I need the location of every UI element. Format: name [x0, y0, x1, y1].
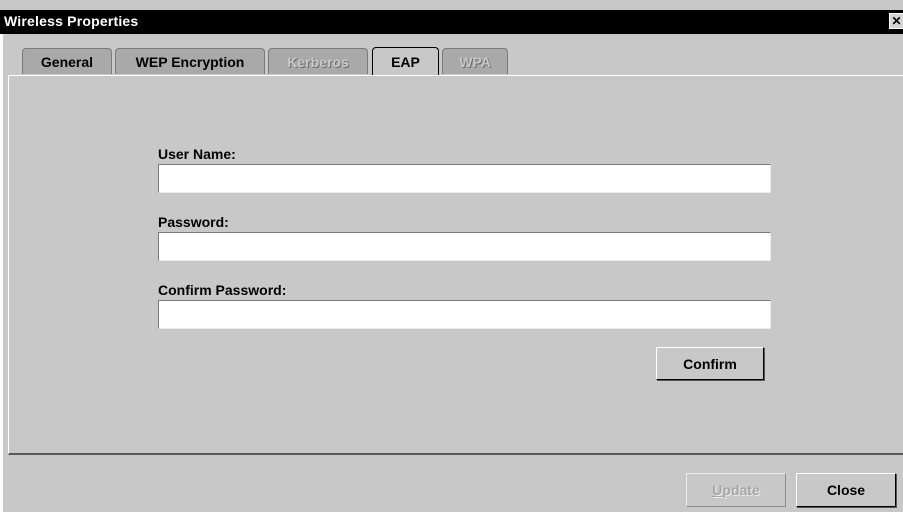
close-window-icon[interactable]: ✕ [889, 13, 903, 29]
close-button[interactable]: Close [796, 473, 896, 507]
confirm-password-input[interactable] [158, 300, 771, 329]
tab-wep-encryption[interactable]: WEP Encryption [115, 48, 265, 74]
confirm-button[interactable]: Confirm [656, 347, 764, 380]
update-label: pdate [722, 482, 760, 498]
confirm-password-label: Confirm Password: [158, 282, 287, 298]
tab-wpa: WPA [442, 48, 508, 74]
tab-strip: General WEP Encryption Kerberos EAP WPA [0, 47, 903, 76]
username-label: User Name: [158, 146, 236, 162]
username-input[interactable] [158, 164, 771, 193]
tab-general[interactable]: General [22, 48, 112, 74]
tab-kerberos: Kerberos [268, 48, 368, 74]
window-title: Wireless Properties [4, 13, 139, 29]
update-mnemonic: U [712, 482, 723, 498]
window-left-border [0, 34, 3, 512]
window-title-bar[interactable]: Wireless Properties ✕ [0, 10, 903, 34]
eap-tab-panel [8, 75, 903, 455]
update-button: Update [686, 473, 786, 507]
password-label: Password: [158, 214, 229, 230]
tab-eap[interactable]: EAP [372, 47, 439, 75]
password-input[interactable] [158, 232, 771, 261]
